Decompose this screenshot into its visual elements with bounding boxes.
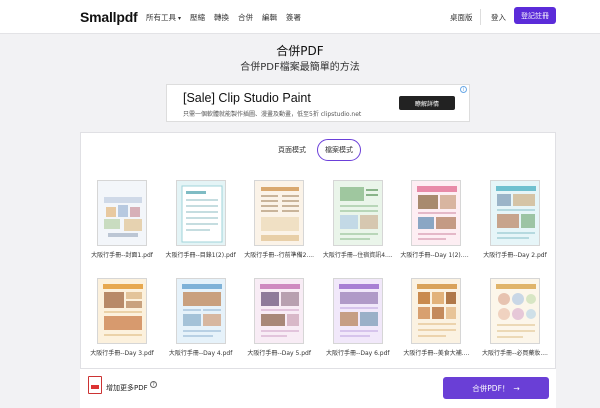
file-grid: 大阪行手冊--封面1.pdf 大阪行手冊--目錄1(2).pdf 大阪行手冊--… — [86, 174, 551, 357]
ad-banner[interactable]: [Sale] Clip Studio Paint 只需一個軟體就能製作插圖、漫畫… — [166, 84, 470, 122]
pdf-page-preview-icon — [490, 181, 539, 245]
file-thumbnail[interactable] — [175, 180, 226, 246]
file-name: 大阪行手冊--Day 4.pdf — [168, 350, 233, 357]
file-name: 大阪行手冊--目錄1(2).pdf — [165, 252, 236, 259]
menu-convert[interactable]: 轉換 — [214, 12, 229, 23]
merge-pdf-label: 合併PDF！ — [472, 383, 510, 393]
pdf-page-preview-icon — [255, 181, 304, 245]
file-name: 大阪行手冊--Day 6.pdf — [326, 350, 390, 357]
add-pdf-icon[interactable] — [88, 376, 102, 394]
ad-description: 只需一個軟體就能製作插圖、漫畫及動畫，低至5折 clipstudio.net — [183, 111, 362, 118]
file-card[interactable]: 大阪行手冊--美食大補.... — [400, 272, 472, 357]
file-card[interactable]: 大阪行手冊--Day 3.pdf — [86, 272, 158, 357]
file-name: 大阪行手冊--Day 1(2).pdf — [400, 252, 473, 259]
menu-merge[interactable]: 合併 — [238, 12, 253, 23]
chevron-down-icon: ▾ — [178, 15, 182, 22]
pdf-page-preview-icon — [176, 181, 225, 245]
pdf-page-preview-icon — [333, 279, 382, 343]
login-link[interactable]: 登入 — [491, 12, 506, 23]
file-thumbnail[interactable] — [175, 278, 226, 344]
help-icon[interactable]: ? — [150, 381, 157, 388]
file-card[interactable]: 大阪行手冊--Day 1(2).pdf — [400, 174, 472, 259]
tab-page-mode[interactable]: 頁面模式 — [271, 139, 313, 161]
file-card[interactable]: 大阪行手冊--住宿資訊4.... — [322, 174, 394, 259]
file-name: 大阪行手冊--Day 5.pdf — [247, 350, 311, 357]
pdf-page-preview-icon — [490, 279, 539, 343]
pdf-page-preview-icon — [255, 279, 304, 343]
file-card[interactable]: 大阪行手冊--封面1.pdf — [86, 174, 158, 259]
file-card[interactable]: 大阪行手冊--Day 5.pdf — [243, 272, 315, 357]
page-subtitle: 合併PDF檔案最簡單的方法 — [240, 62, 360, 73]
file-name: 大阪行手冊--住宿資訊4.... — [322, 252, 393, 259]
view-mode-toggle: 頁面模式 檔案模式 — [271, 139, 361, 161]
pdf-page-preview-icon — [412, 279, 461, 343]
file-thumbnail[interactable] — [332, 278, 383, 344]
file-thumbnail[interactable] — [489, 180, 540, 246]
file-name: 大阪行手冊--Day 3.pdf — [90, 350, 154, 357]
menu-compress[interactable]: 壓縮 — [190, 12, 205, 23]
file-thumbnail[interactable] — [254, 180, 305, 246]
file-card[interactable]: 大阪行手冊--Day 6.pdf — [322, 272, 394, 357]
top-navbar: Smallpdf 所有工具 ▾ 壓縮 轉換 合併 編輯 簽署 桌面版 登入 登記註… — [0, 0, 600, 34]
pdf-page-preview-icon — [333, 181, 382, 245]
pdf-page-preview-icon — [412, 181, 461, 245]
file-thumbnail[interactable] — [254, 278, 305, 344]
pdf-page-preview-icon — [176, 279, 225, 343]
ad-info-icon[interactable]: i — [460, 86, 467, 93]
merge-pdf-button[interactable]: 合併PDF！ → — [443, 377, 549, 399]
menu-all-tools[interactable]: 所有工具 ▾ — [146, 12, 181, 23]
ad-learn-more-button[interactable]: 瞭解詳情 — [399, 96, 455, 110]
ad-title[interactable]: [Sale] Clip Studio Paint — [183, 91, 311, 105]
file-thumbnail[interactable] — [332, 180, 383, 246]
file-thumbnail[interactable] — [411, 180, 462, 246]
smallpdf-logo[interactable]: Smallpdf — [80, 9, 138, 25]
pdf-page-preview-icon — [98, 279, 146, 343]
nav-divider — [480, 9, 481, 25]
file-name: 大阪行手冊--Day 2.pdf — [483, 252, 547, 259]
menu-sign[interactable]: 簽署 — [286, 12, 301, 23]
file-name: 大阪行手冊--必買藥妝.... — [481, 350, 548, 357]
file-card[interactable]: 大阪行手冊--目錄1(2).pdf — [165, 174, 237, 259]
main-menu: 所有工具 ▾ 壓縮 轉換 合併 編輯 簽署 — [146, 12, 301, 23]
page-title: 合併PDF — [276, 44, 324, 58]
file-thumbnail[interactable] — [97, 278, 147, 344]
menu-edit[interactable]: 編輯 — [262, 12, 277, 23]
file-thumbnail[interactable] — [489, 278, 540, 344]
file-card[interactable]: 大阪行手冊--Day 2.pdf — [479, 174, 551, 259]
tab-file-mode[interactable]: 檔案模式 — [317, 139, 361, 161]
desktop-app-link[interactable]: 桌面版 — [450, 12, 473, 23]
pdf-page-preview-icon — [98, 181, 146, 245]
add-more-pdf-button[interactable]: 增加更多PDF — [106, 383, 148, 393]
file-thumbnail[interactable] — [97, 180, 147, 246]
arrow-right-icon: → — [513, 383, 520, 393]
file-thumbnail[interactable] — [411, 278, 462, 344]
file-card[interactable]: 大阪行手冊--Day 4.pdf — [165, 272, 237, 357]
file-name: 大阪行手冊--行前準備2.... — [244, 252, 315, 259]
signup-button[interactable]: 登記註冊 — [514, 7, 556, 24]
file-card[interactable]: 大阪行手冊--行前準備2.... — [243, 174, 315, 259]
file-name: 大阪行手冊--美食大補.... — [403, 350, 470, 357]
file-card[interactable]: 大阪行手冊--必買藥妝.... — [479, 272, 551, 357]
file-name: 大阪行手冊--封面1.pdf — [91, 252, 153, 259]
